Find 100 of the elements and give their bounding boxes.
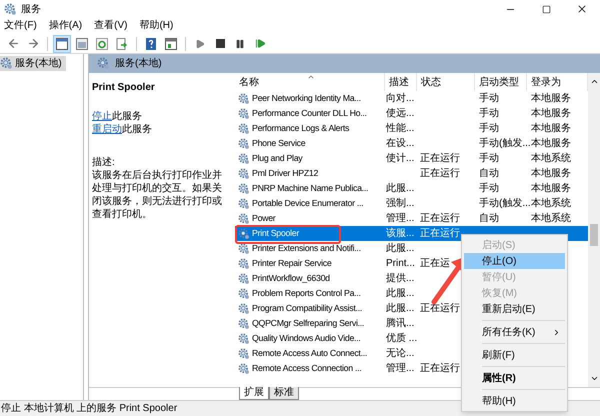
service-name[interactable]: Performance Counter DLL Ho... (252, 106, 367, 120)
service-description: 在设... (386, 138, 414, 149)
app-icon (4, 2, 17, 16)
menu-option[interactable]: 所有任务(K) (464, 324, 565, 340)
service-name[interactable]: Phone Service (252, 136, 306, 150)
logon-account: 本地服务 (531, 168, 571, 179)
startup-type: 手动(触发... (479, 138, 531, 149)
service-name[interactable]: Peer Networking Identity Ma... (252, 92, 361, 106)
help-icon (145, 38, 157, 50)
pause-icon (235, 38, 245, 48)
service-icon (238, 362, 250, 374)
logon-account: 本地服务 (531, 93, 571, 104)
service-name[interactable]: PrintWorkflow_6630d (252, 272, 330, 286)
service-icon (238, 258, 250, 270)
service-name[interactable]: QQPCMgr Selfreparing Servi... (252, 316, 364, 330)
service-status: 正在运行 (420, 168, 460, 179)
menu-item[interactable]: 查看(V) (92, 21, 130, 31)
view-tab[interactable]: 扩展 (239, 387, 269, 400)
service-name[interactable]: PNRP Machine Name Publica... (252, 182, 368, 196)
service-name[interactable]: Plug and Play (252, 152, 302, 166)
service-name[interactable]: Printer Extensions and Notifi... (252, 242, 361, 256)
service-status: 正在运行 (420, 213, 460, 224)
service-status: 正在运行 (420, 363, 460, 374)
startup-type: 手动 (479, 153, 499, 164)
service-name[interactable]: Power (252, 212, 276, 226)
logon-account: 本地服务 (531, 183, 571, 194)
status-text: 停止 本地计算机 上的服务 Print Spooler (1, 402, 178, 416)
description-label: 描述: (92, 156, 116, 169)
menu-item[interactable]: 文件(F) (2, 21, 39, 31)
tree-toggle-button[interactable] (53, 34, 71, 52)
action-link[interactable]: 重启动 (92, 124, 122, 135)
tree-item[interactable]: 服务(本地) (0, 56, 66, 71)
service-icon (238, 198, 250, 210)
service-description: 此服... (386, 303, 414, 314)
menu-option[interactable]: 帮助(H) (464, 393, 565, 409)
service-name[interactable]: Quality Windows Audio Vide... (252, 332, 360, 346)
service-description: 强制... (386, 198, 414, 209)
service-icon (238, 318, 250, 330)
service-name[interactable]: Program Compatibility Assist... (252, 302, 362, 316)
service-name[interactable]: Printer Repair Service (252, 256, 332, 270)
service-name[interactable]: Remote Access Connection ... (252, 362, 362, 376)
column-header[interactable]: 启动类型 (475, 73, 527, 91)
description-text: 该服务在后台执行打印作业并处理与打印机的交互。如果关闭该服务，则无法进行打印或查看打印机。 (92, 169, 223, 221)
service-status: 正在运 (420, 258, 450, 269)
service-description: 该服... (386, 228, 414, 239)
submenu-icon (552, 328, 561, 336)
service-description: 提供... (386, 273, 414, 284)
menu-item[interactable]: 帮助(H) (137, 21, 176, 31)
action-line: 重启动此服务 (92, 123, 153, 136)
service-icon (238, 332, 250, 344)
refresh-icon (96, 38, 108, 50)
view-tab[interactable]: 标准 (269, 387, 299, 400)
service-icon (238, 122, 250, 134)
scroll-down-icon (590, 374, 598, 383)
service-name[interactable]: Performance Logs & Alerts (252, 122, 350, 136)
window-icon (76, 38, 88, 50)
service-name[interactable]: Problem Reports Control Pa... (252, 286, 361, 300)
menu-option[interactable]: 刷新(F) (464, 347, 565, 363)
menu-item[interactable]: 操作(A) (46, 21, 84, 31)
service-description: 此服... (386, 288, 414, 299)
service-icon (238, 152, 250, 164)
action-link[interactable]: 停止 (92, 111, 112, 122)
service-status: 正在运行 (420, 228, 460, 239)
window-icon (165, 38, 177, 50)
service-name[interactable]: Print Spooler (252, 226, 299, 240)
play-icon (195, 38, 205, 48)
service-description: Print... (386, 258, 415, 269)
service-icon (238, 108, 250, 120)
window-title: 服务 (21, 2, 41, 16)
menu-option[interactable]: 属性(R) (464, 370, 565, 386)
close-icon (576, 3, 588, 15)
service-icon (238, 242, 250, 254)
column-header[interactable]: 状态 (417, 73, 475, 91)
forward-icon (26, 37, 40, 50)
service-name[interactable]: Portable Device Enumerator ... (252, 196, 364, 210)
service-icon (238, 92, 250, 104)
window-icon (56, 38, 68, 50)
column-header[interactable]: 名称 (235, 73, 385, 91)
menu-option[interactable]: 停止(O) (464, 253, 565, 269)
service-icon (238, 302, 250, 314)
column-header[interactable]: 描述 (385, 73, 417, 91)
service-description: 无论... (386, 348, 414, 359)
startup-type: 自动 (479, 213, 499, 224)
scroll-thumb[interactable] (590, 224, 598, 246)
logon-account: 本地服务 (531, 108, 571, 119)
scroll-bar[interactable] (588, 73, 600, 387)
service-description: 管理... (386, 213, 414, 224)
export-icon (116, 38, 128, 50)
service-icon (238, 288, 250, 300)
service-name[interactable]: Pml Driver HPZ12 (252, 166, 318, 180)
logon-account: 本地系统 (531, 153, 571, 164)
menu-option[interactable]: 重新启动(E) (464, 301, 565, 317)
service-description: 此服... (386, 183, 414, 194)
scroll-up-icon (590, 77, 598, 86)
back-icon (6, 37, 20, 50)
service-name[interactable]: Remote Access Auto Connect... (252, 346, 368, 360)
service-description: 使远... (386, 108, 414, 119)
service-description: 使计... (386, 153, 414, 164)
panel-title: 服务(本地) (115, 56, 162, 71)
service-icon (238, 212, 250, 224)
